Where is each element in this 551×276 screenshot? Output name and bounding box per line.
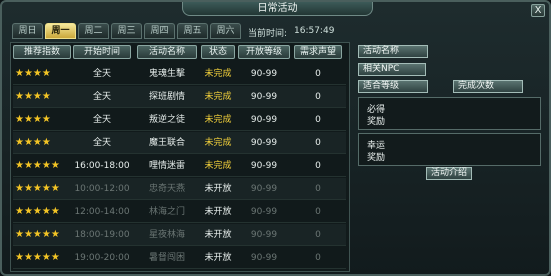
- daily-activity-window: 日常活动 X 周日 周一 周二 周三 周四 周五 周六 当前时间: 16:57:…: [0, 0, 551, 276]
- column-start-time[interactable]: 开始时间: [73, 45, 131, 59]
- tab-thursday[interactable]: 周四: [144, 23, 175, 39]
- open-level-cell: 90-99: [250, 253, 278, 263]
- table-row[interactable]: ★★★★ 全天 探班剧情 未完成 90-99 0: [13, 86, 346, 108]
- guaranteed-reward-label: 奖励: [367, 117, 386, 127]
- table-row[interactable]: ★★★★ 全天 鬼魂生擊 未完成 90-99 0: [13, 63, 346, 85]
- recommend-stars-cell: ★★★★★: [15, 206, 60, 217]
- start-time-cell: 10:00-12:00: [74, 184, 130, 194]
- column-status[interactable]: 状态: [201, 45, 235, 59]
- column-open-level[interactable]: 开放等级: [238, 45, 290, 59]
- start-time-cell: 全天: [92, 92, 111, 102]
- status-cell: 未完成: [204, 138, 232, 148]
- completion-count-label: 完成次数: [453, 80, 523, 93]
- column-recommend[interactable]: 推荐指数: [13, 45, 71, 59]
- status-cell: 未完成: [204, 115, 232, 125]
- recommend-stars-cell: ★★★★★: [15, 183, 60, 194]
- table-row[interactable]: ★★★★★ 16:00-18:00 哩情迷雷 未完成 90-99 0: [13, 155, 346, 177]
- tab-monday[interactable]: 周一: [45, 23, 76, 39]
- activity-description-area: [358, 165, 541, 268]
- status-cell: 未开放: [204, 253, 232, 263]
- start-time-cell: 19:00-20:00: [74, 253, 130, 263]
- activity-name-cell: 林海之门: [148, 207, 185, 217]
- status-cell: 未开放: [204, 184, 232, 194]
- reputation-cell: 0: [315, 92, 321, 102]
- start-time-cell: 18:00-19:00: [74, 230, 130, 240]
- table-row[interactable]: ★★★★★ 12:00-14:00 林海之门 未开放 90-99 0: [13, 201, 346, 223]
- tab-friday[interactable]: 周五: [177, 23, 208, 39]
- activity-intro-button[interactable]: 活动介绍: [426, 167, 472, 180]
- open-level-cell: 90-99: [250, 115, 278, 125]
- reputation-cell: 0: [315, 207, 321, 217]
- window-title: 日常活动: [182, 2, 373, 16]
- reputation-cell: 0: [315, 184, 321, 194]
- reputation-cell: 0: [315, 138, 321, 148]
- recommend-stars-cell: ★★★★: [15, 68, 51, 79]
- status-cell: 未开放: [204, 230, 232, 240]
- close-icon: X: [534, 5, 542, 16]
- status-cell: 未完成: [204, 69, 232, 79]
- day-tabs: 周日 周一 周二 周三 周四 周五 周六: [12, 23, 241, 39]
- lucky-reward-box: 幸运 奖励: [358, 133, 541, 166]
- reputation-cell: 0: [315, 230, 321, 240]
- activity-name-cell: 探班剧情: [148, 92, 185, 102]
- open-level-cell: 90-99: [250, 161, 278, 171]
- recommend-stars-cell: ★★★★★: [15, 252, 60, 263]
- status-cell: 未开放: [204, 207, 232, 217]
- lucky-reward-label: 奖励: [367, 153, 386, 163]
- open-level-cell: 90-99: [250, 230, 278, 240]
- status-cell: 未完成: [204, 161, 232, 171]
- table-row[interactable]: ★★★★★ 19:00-20:00 暑督闯困 未开放 90-99 0: [13, 247, 346, 269]
- tab-saturday[interactable]: 周六: [210, 23, 241, 39]
- table-row[interactable]: ★★★★★ 18:00-19:00 星夜林海 未开放 90-99 0: [13, 224, 346, 246]
- open-level-cell: 90-99: [250, 207, 278, 217]
- activity-table: 推荐指数 开始时间 活动名称 状态 开放等级 需求声望 ★★★★ 全天 鬼魂生擊 未完…: [10, 42, 350, 272]
- guaranteed-reward-box: 必得 奖励: [358, 97, 541, 130]
- start-time-cell: 全天: [92, 138, 111, 148]
- suitable-level-label: 适合等级: [358, 80, 428, 93]
- start-time-cell: 全天: [92, 69, 111, 79]
- related-npc-label: 相关NPC: [358, 63, 426, 76]
- activity-name-cell: 哩情迷雷: [148, 161, 185, 171]
- current-time-value: 16:57:49: [294, 26, 335, 36]
- recommend-stars-cell: ★★★★: [15, 91, 51, 102]
- activity-detail-panel: 活动名称 相关NPC 适合等级 完成次数 必得 奖励 幸运 奖励 活动介绍: [356, 42, 545, 272]
- reputation-cell: 0: [315, 253, 321, 263]
- activity-name-cell: 忠奇天燕: [148, 184, 185, 194]
- start-time-cell: 16:00-18:00: [74, 161, 130, 171]
- activity-name-cell: 魔王联合: [148, 138, 185, 148]
- start-time-cell: 12:00-14:00: [74, 207, 130, 217]
- status-cell: 未完成: [204, 92, 232, 102]
- recommend-stars-cell: ★★★★: [15, 114, 51, 125]
- open-level-cell: 90-99: [250, 138, 278, 148]
- activity-name-cell: 暑督闯困: [148, 253, 185, 263]
- table-row[interactable]: ★★★★ 全天 叛逆之徒 未完成 90-99 0: [13, 109, 346, 131]
- tab-sunday[interactable]: 周日: [12, 23, 43, 39]
- recommend-stars-cell: ★★★★: [15, 137, 51, 148]
- activity-name-cell: 鬼魂生擊: [148, 69, 185, 79]
- current-time-label: 当前时间:: [248, 29, 288, 39]
- tab-wednesday[interactable]: 周三: [111, 23, 142, 39]
- column-activity-name[interactable]: 活动名称: [137, 45, 197, 59]
- close-button[interactable]: X: [531, 4, 545, 17]
- activity-name-label: 活动名称: [358, 45, 428, 58]
- table-row[interactable]: ★★★★ 全天 魔王联合 未完成 90-99 0: [13, 132, 346, 154]
- reputation-cell: 0: [315, 161, 321, 171]
- table-row[interactable]: ★★★★★ 10:00-12:00 忠奇天燕 未开放 90-99 0: [13, 178, 346, 200]
- reputation-cell: 0: [315, 69, 321, 79]
- reputation-cell: 0: [315, 115, 321, 125]
- tab-tuesday[interactable]: 周二: [78, 23, 109, 39]
- open-level-cell: 90-99: [250, 69, 278, 79]
- open-level-cell: 90-99: [250, 92, 278, 102]
- start-time-cell: 全天: [92, 115, 111, 125]
- column-reputation[interactable]: 需求声望: [294, 45, 342, 59]
- activity-name-cell: 叛逆之徒: [148, 115, 185, 125]
- activity-name-cell: 星夜林海: [148, 230, 185, 240]
- recommend-stars-cell: ★★★★★: [15, 160, 60, 171]
- open-level-cell: 90-99: [250, 184, 278, 194]
- recommend-stars-cell: ★★★★★: [15, 229, 60, 240]
